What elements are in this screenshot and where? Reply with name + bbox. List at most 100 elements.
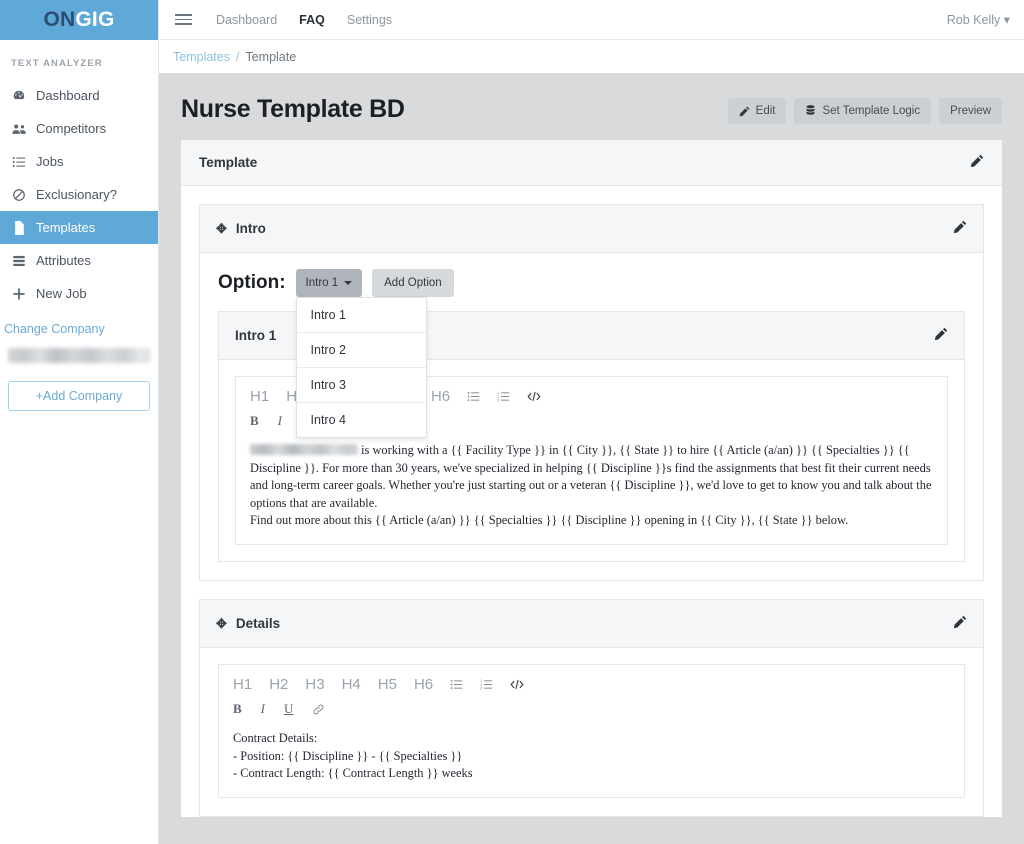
option-row: Option: Intro 1 Intro 1 Intro 2 [218,269,965,297]
topnav-item-faq[interactable]: FAQ [299,13,325,27]
bold-button[interactable]: B [250,413,259,429]
chevron-down-icon [344,281,352,285]
sidebar: ONGIG TEXT ANALYZER Dashboard Competitor… [0,0,159,844]
details-line-2: - Position: {{ Discipline }} - {{ Specia… [233,748,950,766]
option-label: Option: [218,272,286,294]
set-template-logic-button[interactable]: Set Template Logic [794,98,931,124]
set-template-logic-label: Set Template Logic [822,105,920,117]
option-dropdown-wrap: Intro 1 Intro 1 Intro 2 Intro 3 Intro 4 [296,269,363,297]
sidebar-item-label: Competitors [36,121,106,136]
sidebar-item-dashboard[interactable]: Dashboard [0,79,158,112]
heading-h1-button[interactable]: H1 [233,676,252,693]
option-dropdown-button[interactable]: Intro 1 [296,269,363,297]
heading-h5-button[interactable]: H5 [378,676,397,693]
heading-h6-button[interactable]: H6 [431,388,450,405]
pencil-icon [739,106,750,117]
italic-button[interactable]: I [278,413,282,429]
option-dropdown-item-1[interactable]: Intro 1 [297,298,426,333]
details-editor-toolbar-row-2: B I U [219,697,964,726]
section-intro: ✥ Intro Option: Intro 1 [199,204,984,581]
bold-button[interactable]: B [233,701,242,717]
section-details: ✥ Details H1 H2 H3 [199,599,984,817]
option-dropdown-item-3[interactable]: Intro 3 [297,368,426,403]
user-name: Rob Kelly [947,13,1001,27]
intro-paragraph-2: Find out more about this {{ Article (a/a… [250,512,933,530]
pencil-icon[interactable] [934,327,948,344]
sidebar-item-label: Exclusionary? [36,187,117,202]
breadcrumb-current: Template [245,50,296,64]
section-intro-title: Intro [236,221,266,236]
underline-button[interactable]: U [284,701,293,717]
topnav-item-settings[interactable]: Settings [347,13,392,27]
breadcrumb-separator: / [236,50,239,64]
template-panel-body: ✥ Intro Option: Intro 1 [181,186,1002,817]
edit-button[interactable]: Edit [728,98,787,124]
code-icon[interactable] [510,678,524,691]
bullet-list-icon[interactable] [467,390,480,403]
section-details-header: ✥ Details [200,600,983,648]
change-company-link[interactable]: Change Company [0,310,158,344]
add-company-button[interactable]: +Add Company [8,381,150,411]
document-icon [11,221,27,235]
details-editor-toolbar-row-1: H1 H2 H3 H4 H5 H6 [219,665,964,697]
template-panel: Template ✥ Intro [181,140,1002,817]
move-icon[interactable]: ✥ [216,616,227,632]
plus-icon [11,287,27,301]
topnav-item-dashboard[interactable]: Dashboard [216,13,277,27]
option-dropdown-selected: Intro 1 [306,277,339,289]
hamburger-icon[interactable] [173,11,194,28]
add-company-label: Add Company [43,389,122,403]
pencil-icon[interactable] [953,220,967,237]
italic-button[interactable]: I [261,701,265,717]
heading-h1-button[interactable]: H1 [250,388,269,405]
details-editor: H1 H2 H3 H4 H5 H6 [218,664,965,798]
option-dropdown-item-2[interactable]: Intro 2 [297,333,426,368]
details-line-1: Contract Details: [233,730,950,748]
database-icon [805,105,816,117]
page-actions: Edit Set Template Logic Preview [728,98,1002,124]
section-intro-body: Option: Intro 1 Intro 1 Intro 2 [200,253,983,580]
sidebar-item-templates[interactable]: Templates [0,211,158,244]
sidebar-item-label: Jobs [36,154,63,169]
move-icon[interactable]: ✥ [216,221,227,237]
company-name-redacted [250,444,358,455]
heading-h2-button[interactable]: H2 [269,676,288,693]
preview-button-label: Preview [950,105,991,117]
page-content: Nurse Template BD Edit Set Template Logi… [159,73,1024,844]
sidebar-item-new-job[interactable]: New Job [0,277,158,310]
option-dropdown-menu: Intro 1 Intro 2 Intro 3 Intro 4 [296,297,427,438]
heading-h4-button[interactable]: H4 [342,676,361,693]
link-icon[interactable] [312,703,325,716]
svg-text:3: 3 [497,398,500,403]
edit-button-label: Edit [756,105,776,117]
option-card-title: Intro 1 [235,328,276,343]
details-editor-content[interactable]: Contract Details: - Position: {{ Discipl… [219,726,964,797]
app-root: ONGIG TEXT ANALYZER Dashboard Competitor… [0,0,1024,844]
sidebar-item-attributes[interactable]: Attributes [0,244,158,277]
heading-h6-button[interactable]: H6 [414,676,433,693]
bullet-list-icon[interactable] [450,678,463,691]
preview-button[interactable]: Preview [939,98,1002,124]
heading-h3-button[interactable]: H3 [305,676,324,693]
pencil-icon[interactable] [953,615,967,632]
users-icon [11,122,27,136]
app-logo[interactable]: ONGIG [0,0,158,40]
numbered-list-icon[interactable]: 123 [480,678,493,691]
page-header: Nurse Template BD Edit Set Template Logi… [181,87,1002,140]
no-entry-icon [11,188,27,202]
breadcrumb-link-templates[interactable]: Templates [173,50,230,64]
sidebar-item-jobs[interactable]: Jobs [0,145,158,178]
template-panel-header: Template [181,140,1002,186]
sidebar-item-competitors[interactable]: Competitors [0,112,158,145]
user-menu[interactable]: Rob Kelly ▾ [947,12,1010,27]
code-icon[interactable] [527,390,541,403]
add-option-button[interactable]: Add Option [372,269,454,297]
pencil-icon[interactable] [970,154,984,171]
template-panel-title: Template [199,155,257,170]
sidebar-item-exclusionary[interactable]: Exclusionary? [0,178,158,211]
svg-text:3: 3 [480,686,483,691]
details-line-3: - Contract Length: {{ Contract Length }}… [233,765,950,783]
numbered-list-icon[interactable]: 123 [497,390,510,403]
intro-editor-content[interactable]: is working with a {{ Facility Type }} in… [236,438,947,544]
option-dropdown-item-4[interactable]: Intro 4 [297,403,426,437]
